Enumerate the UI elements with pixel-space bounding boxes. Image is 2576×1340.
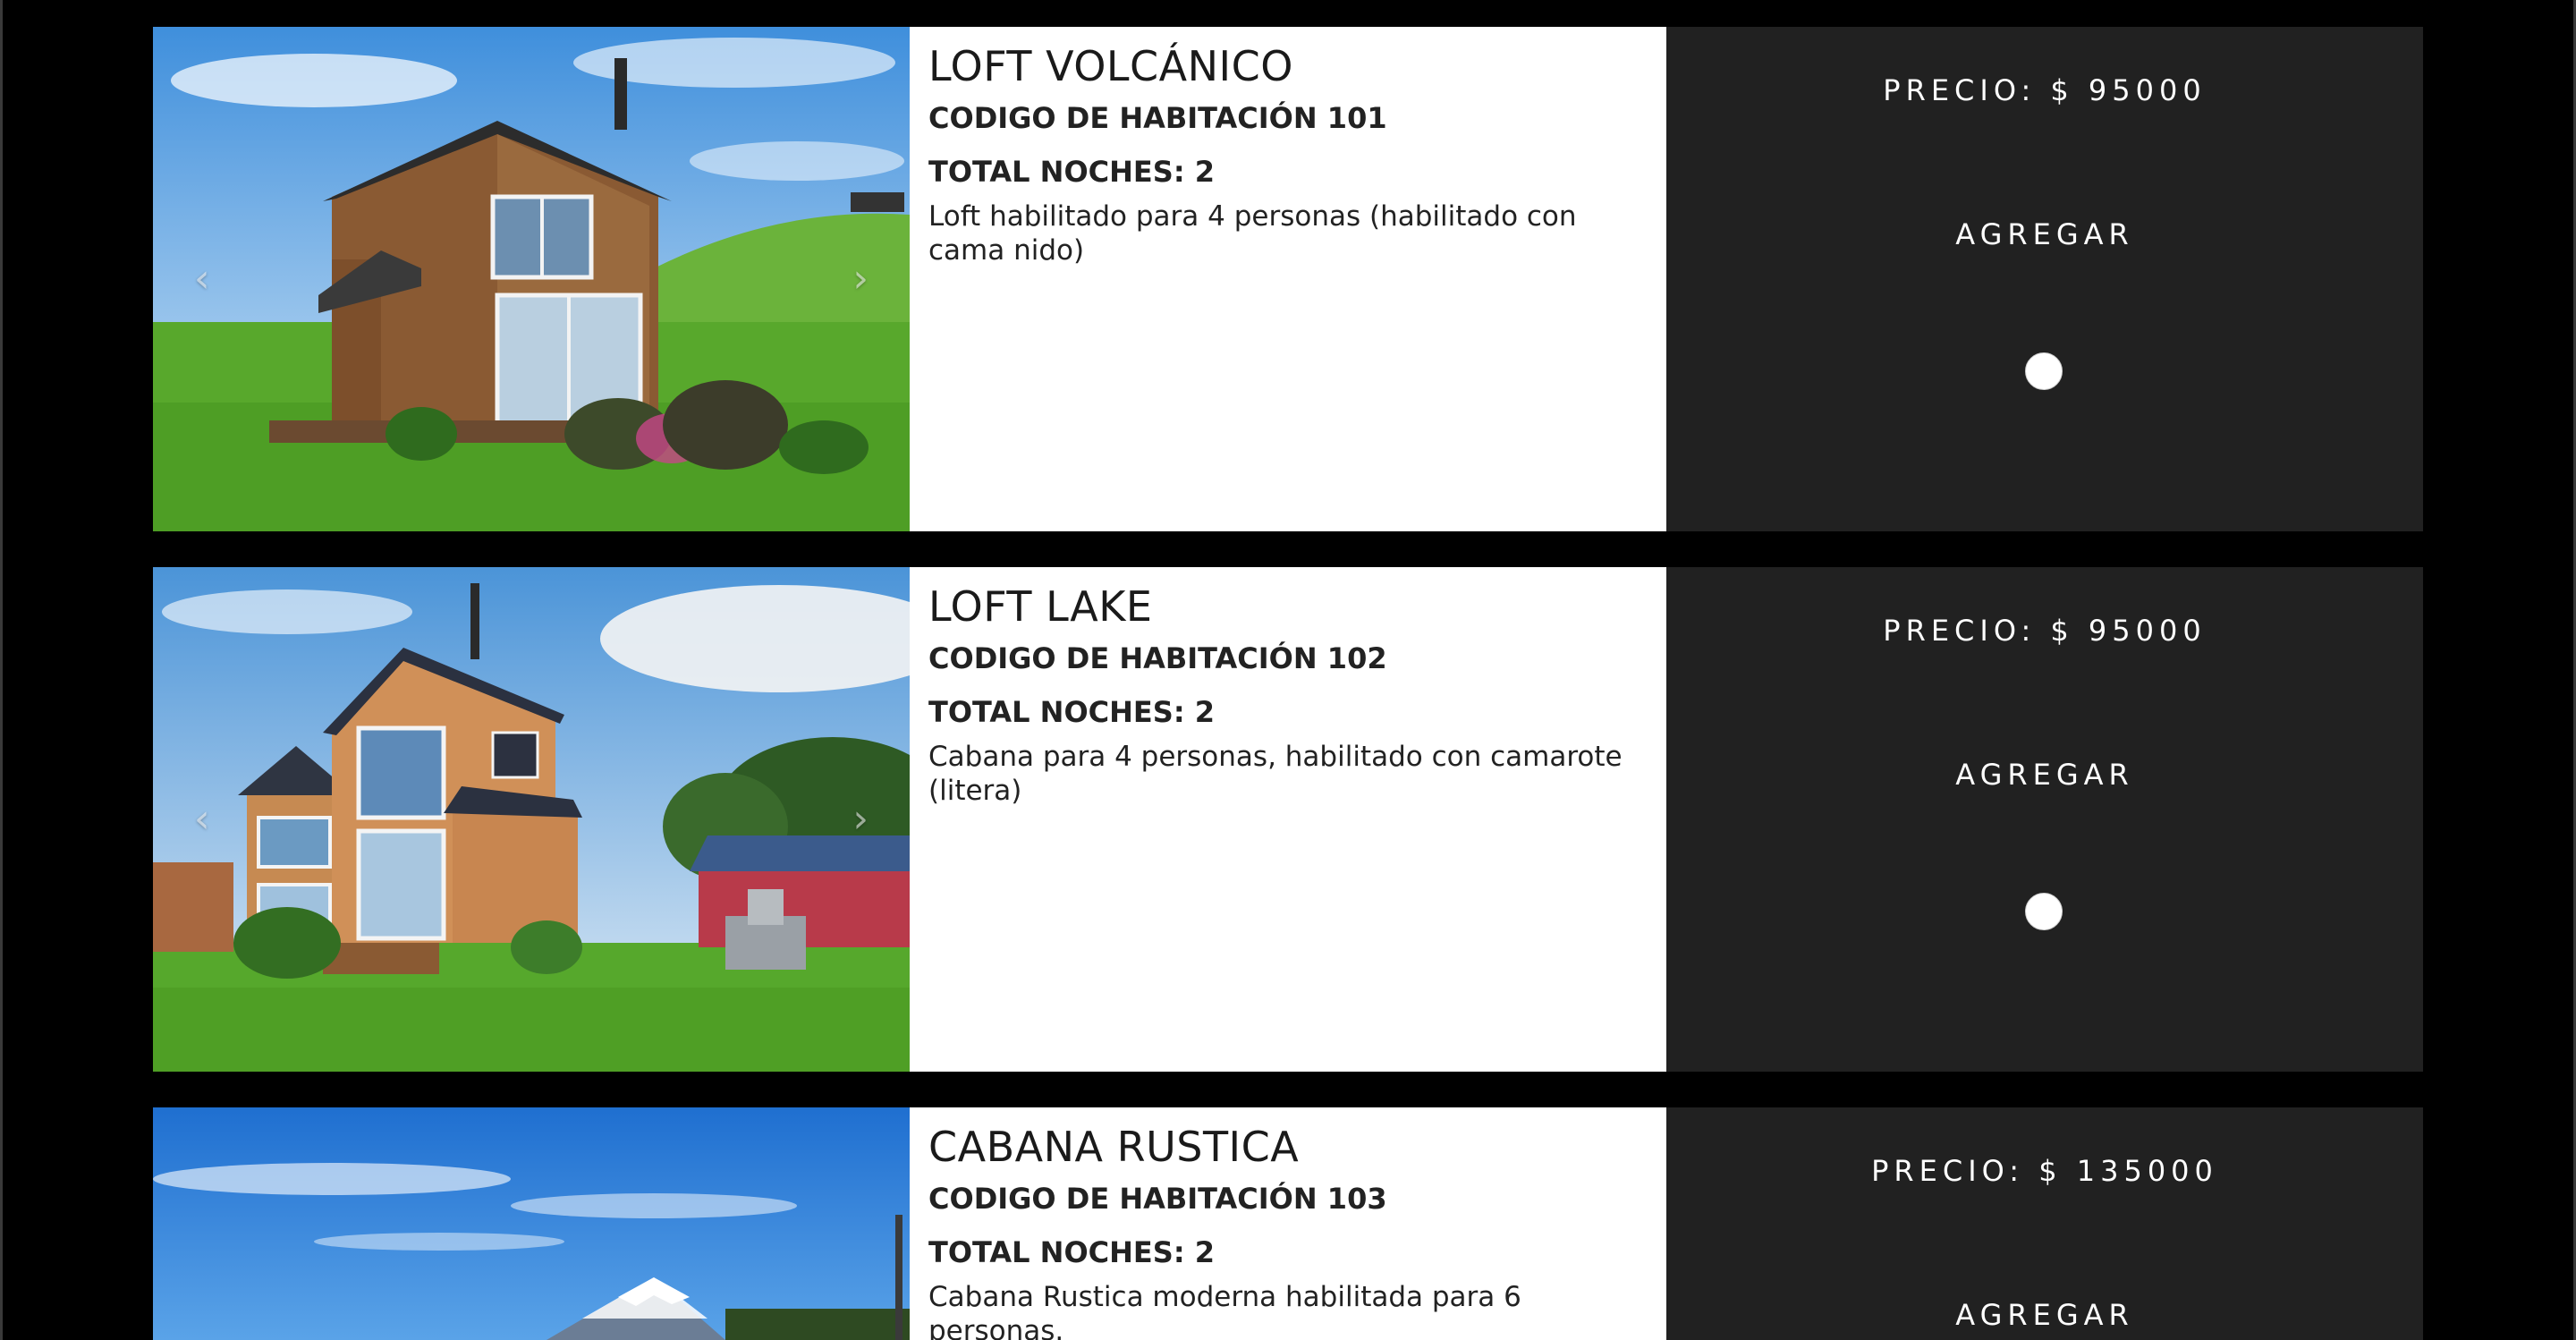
room-list-page: ‹ › LOFT VOLCÁNICO CODIGO DE HABITACIÓN … xyxy=(0,0,2576,1340)
cabin-photo xyxy=(153,27,910,531)
select-room-radio[interactable] xyxy=(2025,352,2063,390)
room-code: CODIGO DE HABITACIÓN 102 xyxy=(928,640,1387,675)
room-code: CODIGO DE HABITACIÓN 101 xyxy=(928,100,1387,135)
room-description: Cabana Rustica moderna habilitada para 6… xyxy=(928,1280,1521,1340)
room-total-nights: TOTAL NOCHES: 2 xyxy=(928,694,1216,729)
room-title: LOFT LAKE xyxy=(928,582,1153,631)
room-photo-carousel[interactable]: ‹ › xyxy=(153,27,910,531)
room-total-nights: TOTAL NOCHES: 2 xyxy=(928,154,1216,189)
room-description: Cabana para 4 personas, habilitado con c… xyxy=(928,740,1623,807)
cabin-photo xyxy=(153,567,910,1072)
room-title: CABANA RUSTICA xyxy=(928,1123,1300,1171)
room-title: LOFT VOLCÁNICO xyxy=(928,42,1293,90)
window-edge xyxy=(0,0,3,1340)
room-photo-carousel[interactable] xyxy=(153,1107,910,1340)
room-price: PRECIO: $ 135000 xyxy=(1871,1154,2218,1188)
room-card: ‹ › LOFT LAKE CODIGO DE HABITACIÓN 102 T… xyxy=(153,567,2423,1072)
room-info-panel: LOFT LAKE CODIGO DE HABITACIÓN 102 TOTAL… xyxy=(910,567,1666,1072)
room-info-panel: LOFT VOLCÁNICO CODIGO DE HABITACIÓN 101 … xyxy=(910,27,1666,531)
volcano-photo xyxy=(153,1107,910,1340)
room-price: PRECIO: $ 95000 xyxy=(1883,614,2207,648)
room-code: CODIGO DE HABITACIÓN 103 xyxy=(928,1181,1387,1216)
add-room-button[interactable]: AGREGAR xyxy=(1666,216,2423,252)
room-description: Loft habilitado para 4 personas (habilit… xyxy=(928,199,1577,267)
carousel-next-icon[interactable]: › xyxy=(852,800,869,839)
select-room-radio[interactable] xyxy=(2025,893,2063,930)
room-photo-carousel[interactable]: ‹ › xyxy=(153,567,910,1072)
carousel-prev-icon[interactable]: ‹ xyxy=(194,800,210,839)
carousel-next-icon[interactable]: › xyxy=(852,259,869,299)
room-card: ‹ › LOFT VOLCÁNICO CODIGO DE HABITACIÓN … xyxy=(153,27,2423,531)
room-action-panel: PRECIO: $ 95000 AGREGAR xyxy=(1666,27,2423,531)
room-total-nights: TOTAL NOCHES: 2 xyxy=(928,1234,1216,1269)
room-action-panel: PRECIO: $ 135000 AGREGAR xyxy=(1666,1107,2423,1340)
room-card: CABANA RUSTICA CODIGO DE HABITACIÓN 103 … xyxy=(153,1107,2423,1340)
room-action-panel: PRECIO: $ 95000 AGREGAR xyxy=(1666,567,2423,1072)
room-price: PRECIO: $ 95000 xyxy=(1883,73,2207,107)
add-room-button[interactable]: AGREGAR xyxy=(1666,1297,2423,1333)
carousel-prev-icon[interactable]: ‹ xyxy=(194,259,210,299)
add-room-button[interactable]: AGREGAR xyxy=(1666,757,2423,793)
room-info-panel: CABANA RUSTICA CODIGO DE HABITACIÓN 103 … xyxy=(910,1107,1666,1340)
